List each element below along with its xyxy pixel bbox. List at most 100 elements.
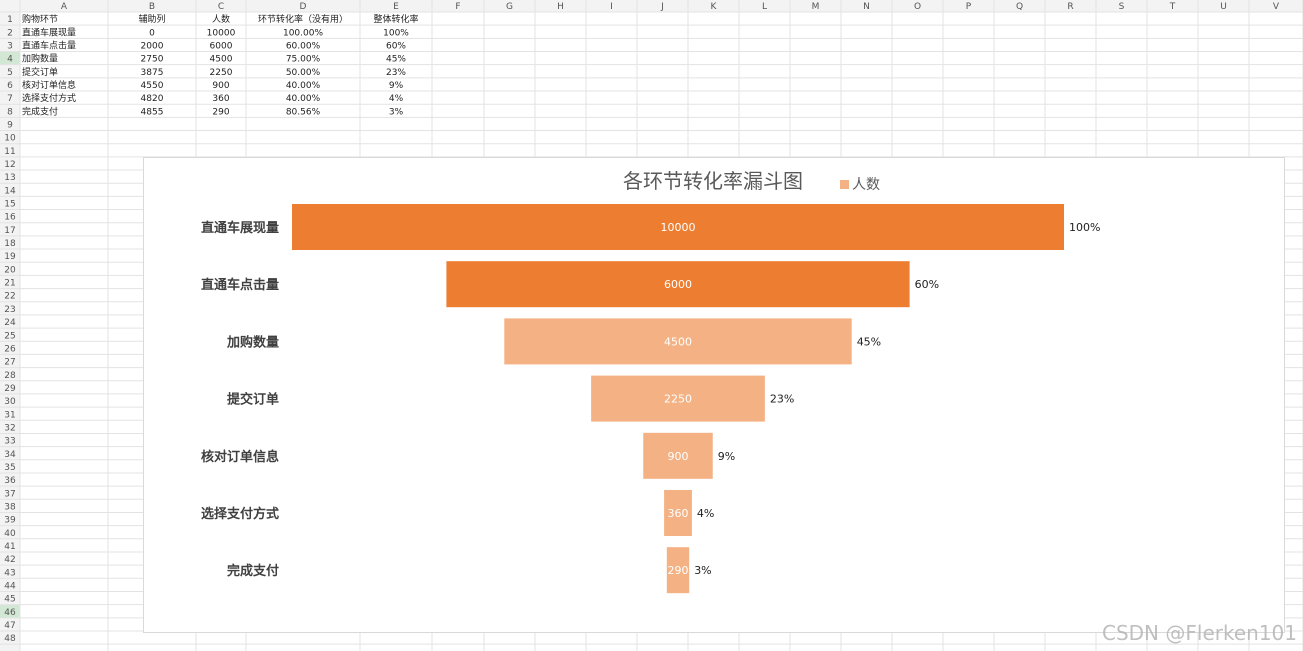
table-cell[interactable]: 完成支付: [22, 105, 58, 117]
table-cell[interactable]: 选择支付方式: [22, 92, 76, 104]
row-header-10[interactable]: 10: [4, 134, 16, 144]
row-header-19[interactable]: 19: [4, 252, 16, 262]
table-cell[interactable]: 60.00%: [286, 42, 321, 52]
table-cell[interactable]: 4820: [141, 94, 164, 104]
table-cell[interactable]: 360: [212, 94, 229, 104]
row-header-36[interactable]: 36: [4, 476, 16, 486]
table-cell[interactable]: 2750: [141, 55, 164, 65]
row-header-26[interactable]: 26: [4, 344, 16, 354]
row-header-12[interactable]: 12: [4, 160, 15, 170]
table-cell[interactable]: 900: [212, 81, 229, 91]
row-header-14[interactable]: 14: [4, 186, 16, 196]
table-cell[interactable]: 100.00%: [283, 28, 323, 38]
table-cell[interactable]: 23%: [386, 68, 406, 78]
row-header-15[interactable]: 15: [4, 200, 15, 210]
row-header-30[interactable]: 30: [4, 397, 16, 407]
table-cell[interactable]: 50.00%: [286, 68, 321, 78]
table-cell[interactable]: 4500: [210, 55, 233, 65]
table-header-cell[interactable]: 辅助列: [138, 13, 165, 25]
table-cell[interactable]: 4550: [141, 81, 164, 91]
row-header-44[interactable]: 44: [4, 581, 16, 591]
row-header-42[interactable]: 42: [4, 555, 15, 565]
table-cell[interactable]: 2250: [210, 68, 233, 78]
row-header-13[interactable]: 13: [4, 173, 15, 183]
column-header-l[interactable]: L: [762, 2, 767, 12]
table-cell[interactable]: 100%: [383, 28, 409, 38]
table-cell[interactable]: 40.00%: [286, 94, 321, 104]
table-header-cell[interactable]: 人数: [212, 13, 230, 25]
row-header-21[interactable]: 21: [4, 279, 15, 289]
column-header-n[interactable]: N: [863, 2, 870, 12]
row-header-41[interactable]: 41: [4, 542, 15, 552]
table-cell[interactable]: 45%: [386, 55, 406, 65]
row-header-2[interactable]: 2: [7, 28, 13, 38]
row-header-11[interactable]: 11: [4, 147, 15, 157]
row-header-16[interactable]: 16: [4, 213, 16, 223]
row-header-48[interactable]: 48: [4, 634, 16, 644]
table-cell[interactable]: 6000: [210, 42, 233, 52]
column-header-t[interactable]: T: [1169, 2, 1176, 12]
row-header-46[interactable]: 46: [4, 608, 16, 618]
table-cell[interactable]: 75.00%: [286, 55, 321, 65]
row-header-33[interactable]: 33: [4, 437, 15, 447]
table-cell[interactable]: 提交订单: [22, 66, 58, 78]
row-header-22[interactable]: 22: [4, 292, 15, 302]
table-cell[interactable]: 4%: [389, 94, 404, 104]
column-header-m[interactable]: M: [812, 2, 820, 12]
column-header-e[interactable]: E: [393, 2, 399, 12]
table-cell[interactable]: 3875: [141, 68, 164, 78]
table-cell[interactable]: 核对订单信息: [22, 79, 76, 91]
row-header-47[interactable]: 47: [4, 621, 15, 631]
row-header-4[interactable]: 4: [7, 55, 13, 65]
table-cell[interactable]: 60%: [386, 42, 406, 52]
column-header-u[interactable]: U: [1220, 2, 1227, 12]
table-cell[interactable]: 290: [212, 107, 229, 117]
table-cell[interactable]: 9%: [389, 81, 404, 91]
table-cell[interactable]: 加购数量: [22, 53, 58, 65]
row-header-40[interactable]: 40: [4, 529, 16, 539]
row-header-34[interactable]: 34: [4, 450, 16, 460]
row-header-45[interactable]: 45: [4, 595, 15, 605]
row-header-28[interactable]: 28: [4, 371, 16, 381]
row-header-23[interactable]: 23: [4, 305, 15, 315]
column-header-r[interactable]: R: [1067, 2, 1073, 12]
row-header-43[interactable]: 43: [4, 568, 15, 578]
column-header-d[interactable]: D: [300, 2, 307, 12]
row-header-18[interactable]: 18: [4, 239, 16, 249]
row-header-9[interactable]: 9: [7, 121, 13, 131]
row-header-24[interactable]: 24: [4, 318, 16, 328]
funnel-chart[interactable]: 各环节转化率漏斗图 人数 10000 100% 直通车展现量 6000 60% 直通车点击量 4…: [143, 157, 1285, 633]
row-header-31[interactable]: 31: [4, 410, 15, 420]
column-header-p[interactable]: P: [966, 2, 972, 12]
column-header-h[interactable]: H: [557, 2, 564, 12]
row-header-6[interactable]: 6: [7, 81, 13, 91]
row-header-17[interactable]: 17: [4, 226, 15, 236]
row-header-20[interactable]: 20: [4, 265, 16, 275]
column-header-s[interactable]: S: [1119, 2, 1125, 12]
row-header-35[interactable]: 35: [4, 463, 15, 473]
column-header-i[interactable]: I: [610, 2, 613, 12]
column-header-a[interactable]: A: [61, 2, 68, 12]
row-header-37[interactable]: 37: [4, 489, 15, 499]
row-header-7[interactable]: 7: [7, 94, 13, 104]
row-header-29[interactable]: 29: [4, 384, 16, 394]
table-header-cell[interactable]: 购物环节: [22, 13, 58, 25]
table-cell[interactable]: 2000: [141, 42, 164, 52]
table-cell[interactable]: 0: [149, 28, 155, 38]
table-header-cell[interactable]: 环节转化率（没有用）: [258, 13, 348, 25]
table-cell[interactable]: 80.56%: [286, 107, 321, 117]
table-cell[interactable]: 3%: [389, 107, 404, 117]
column-header-q[interactable]: Q: [1016, 2, 1023, 12]
column-header-o[interactable]: O: [914, 2, 921, 12]
column-header-v[interactable]: V: [1273, 2, 1280, 12]
row-header-38[interactable]: 38: [4, 502, 16, 512]
table-cell[interactable]: 4855: [141, 107, 164, 117]
table-header-cell[interactable]: 整体转化率: [373, 13, 418, 25]
column-header-c[interactable]: C: [218, 2, 224, 12]
row-header-5[interactable]: 5: [7, 68, 13, 78]
row-header-32[interactable]: 32: [4, 423, 15, 433]
row-header-25[interactable]: 25: [4, 331, 15, 341]
table-cell[interactable]: 直通车点击量: [22, 40, 76, 52]
row-header-8[interactable]: 8: [7, 107, 13, 117]
row-header-27[interactable]: 27: [4, 358, 15, 368]
